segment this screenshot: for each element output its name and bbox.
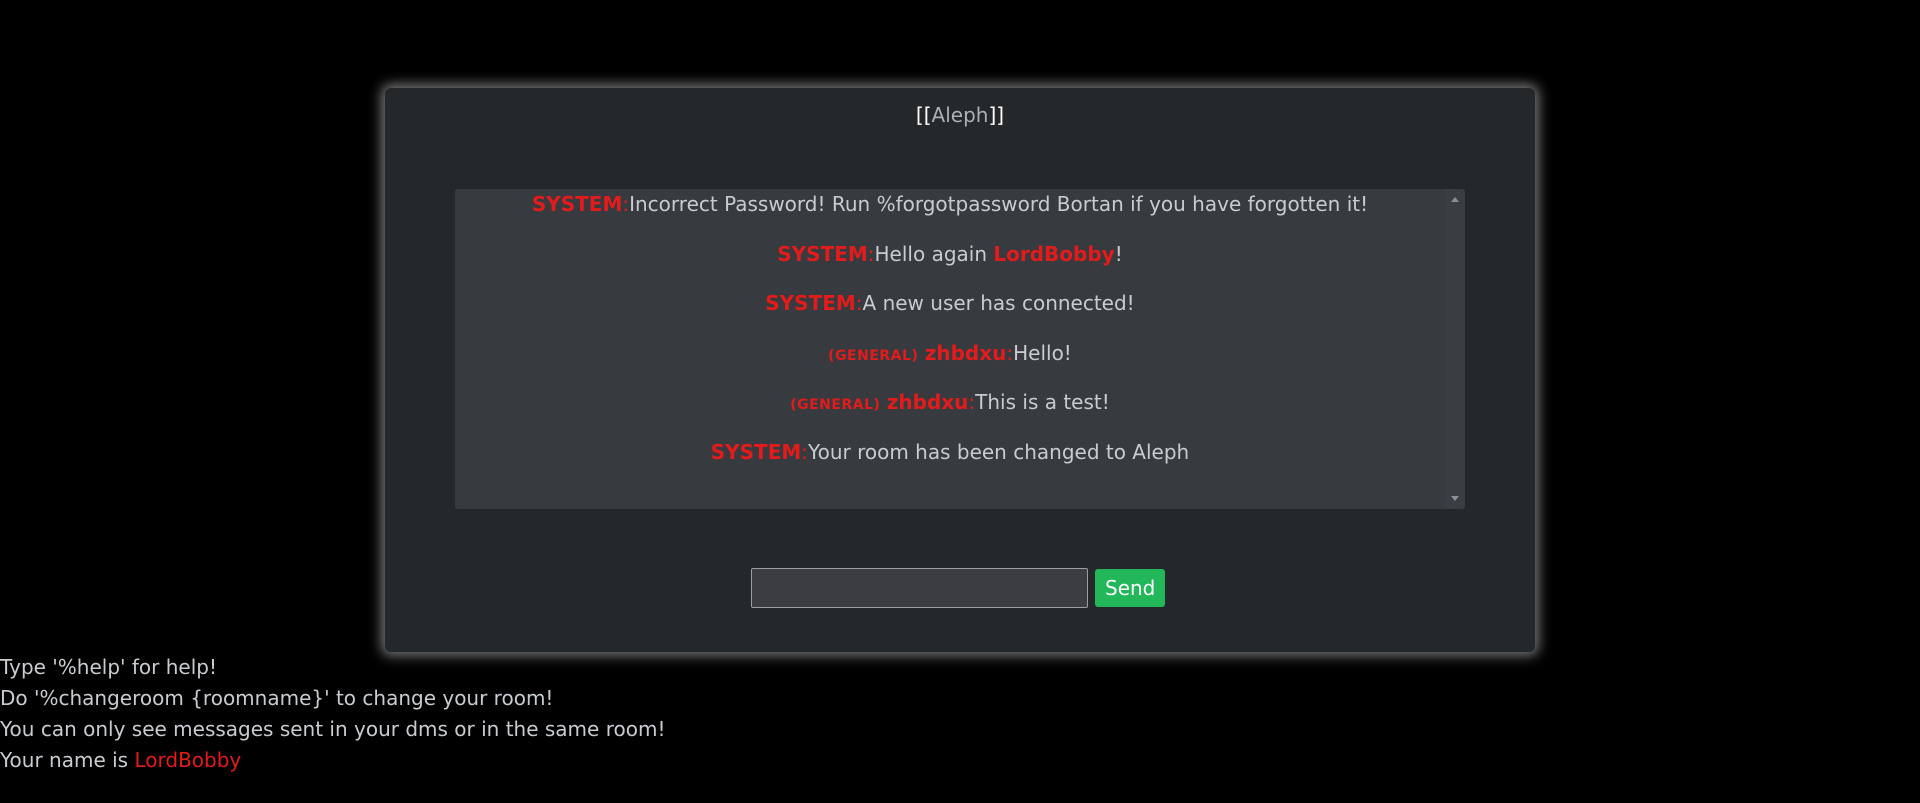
room-title-open-brackets: [[ xyxy=(915,103,932,127)
chat-panel: [[Aleph]] SYSTEM: Incorrect Password! Run… xyxy=(385,88,1535,652)
message-colon: : xyxy=(801,439,809,464)
message-composer: Send xyxy=(751,567,1166,609)
send-button[interactable]: Send xyxy=(1095,569,1166,607)
user-name-line: Your name is LordBobby xyxy=(0,745,665,776)
message-item: (GENERAL) zhbdxu:This is a test! xyxy=(455,387,1445,437)
user-name: LordBobby xyxy=(134,748,242,772)
message-mention: LordBobby xyxy=(993,241,1115,266)
message-room-tag: (GENERAL) xyxy=(828,347,919,364)
message-log-scrollbar[interactable] xyxy=(1445,189,1465,509)
message-sender: zhbdxu xyxy=(924,340,1007,365)
help-line: Type '%help' for help! xyxy=(0,655,217,679)
message-text: Hello again xyxy=(874,241,994,266)
message-item: SYSTEM:Hello again LordBobby! xyxy=(455,239,1445,289)
message-text: Incorrect Password! Run %forgotpassword … xyxy=(629,192,1369,216)
message-sender: SYSTEM xyxy=(710,439,802,464)
message-text: This is a test! xyxy=(975,390,1110,414)
help-line: You can only see messages sent in your d… xyxy=(0,717,666,741)
help-instructions: Type '%help' for help! Do '%changeroom {… xyxy=(0,652,665,776)
message-text-after: ! xyxy=(1114,241,1123,266)
message-colon: : xyxy=(867,241,875,266)
message-text: A new user has connected! xyxy=(862,291,1135,315)
scroll-down-arrow-icon[interactable] xyxy=(1451,496,1459,501)
message-sender: SYSTEM xyxy=(777,241,868,266)
message-item: SYSTEM:Your room has been changed to Ale… xyxy=(455,437,1445,487)
message-sender: zhbdxu xyxy=(886,390,969,414)
scroll-up-arrow-icon[interactable] xyxy=(1451,197,1459,202)
message-colon: : xyxy=(855,291,863,315)
room-name: Aleph xyxy=(931,103,989,127)
user-name-prefix: Your name is xyxy=(0,748,135,772)
room-title-close-brackets: ]] xyxy=(988,103,1005,127)
help-line: Do '%changeroom {roomname}' to change yo… xyxy=(0,686,554,710)
message-sender: SYSTEM xyxy=(765,291,856,315)
message-input[interactable] xyxy=(751,568,1088,608)
message-item: SYSTEM:A new user has connected! xyxy=(455,288,1445,338)
message-text: Your room has been changed to Aleph xyxy=(808,439,1190,464)
message-log[interactable]: SYSTEM: Incorrect Password! Run %forgotpa… xyxy=(455,189,1465,509)
message-text: Hello! xyxy=(1013,340,1072,365)
message-item: (GENERAL) zhbdxu:Hello! xyxy=(455,338,1445,388)
message-list: SYSTEM: Incorrect Password! Run %forgotpa… xyxy=(455,189,1445,486)
message-item: SYSTEM:Incorrect Password! Run %forgotpa… xyxy=(455,189,1445,239)
message-sender: SYSTEM xyxy=(531,192,623,216)
room-title: [[Aleph]] xyxy=(385,103,1535,127)
message-room-tag: (GENERAL) xyxy=(790,397,881,413)
